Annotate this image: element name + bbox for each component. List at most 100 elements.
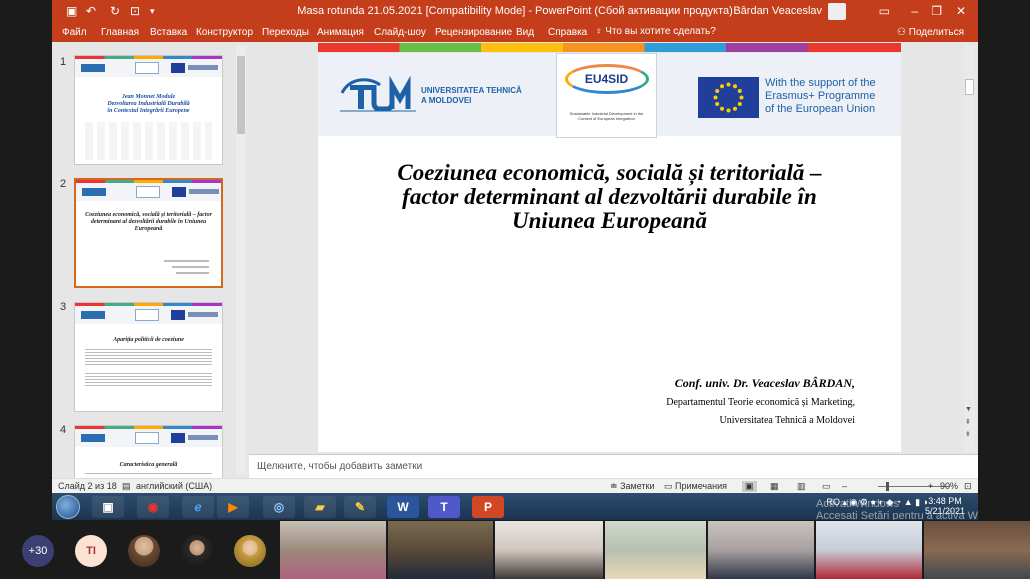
avatar[interactable] — [128, 535, 160, 567]
tab-design[interactable]: Конструктор — [196, 27, 253, 38]
status-bar: Слайд 2 из 18 ▤ английский (США) ≐ Замет… — [52, 478, 978, 493]
zoom-in-icon[interactable]: + — [928, 481, 933, 491]
participant-video[interactable] — [495, 521, 603, 579]
participant-strip: +30 TI — [0, 520, 1030, 579]
internet-explorer-icon[interactable]: ℯ — [182, 496, 214, 518]
thumbnail-logos — [75, 59, 222, 77]
tab-help[interactable]: Справка — [548, 27, 587, 38]
thumbnail-number: 4 — [60, 424, 67, 436]
spellcheck-icon[interactable]: ▤ — [122, 481, 131, 492]
thumbnail-title: Apariția politicii de coeziune — [113, 337, 184, 343]
participant-video[interactable] — [924, 521, 1030, 579]
slide-editing-area: UNIVERSITATEA TEHNICĂ A MOLDOVEI EU4SID … — [249, 42, 978, 454]
tab-home[interactable]: Главная — [101, 27, 139, 38]
thumbnail-logos — [75, 429, 222, 447]
avatar[interactable] — [828, 3, 846, 20]
eu-flag-icon — [698, 77, 759, 118]
thumbnail-number: 2 — [60, 178, 67, 190]
thumbnail-number: 3 — [60, 301, 67, 313]
chrome-icon[interactable]: ◉ — [137, 496, 169, 518]
slideshow-view-icon[interactable]: ▭ — [822, 481, 831, 492]
tab-insert[interactable]: Вставка — [150, 27, 187, 38]
slide-sorter-icon[interactable]: ▦ — [770, 481, 779, 492]
word-icon[interactable]: W — [387, 496, 419, 518]
person-icon: ⚇ — [897, 27, 906, 38]
tell-me-search[interactable]: ♀ Что вы хотите сделать? — [595, 26, 716, 37]
slide-title[interactable]: Coeziunea economică, socială și teritori… — [358, 161, 861, 233]
maximize-icon[interactable]: ❐ — [931, 4, 942, 18]
notes-label: Заметки — [620, 481, 655, 491]
slide-thumbnail-1[interactable]: Jean Monnet Module Dezvoltarea Industria… — [74, 55, 223, 165]
tab-slideshow[interactable]: Слайд-шоу — [374, 27, 426, 38]
fit-to-window-icon[interactable]: ⊡ — [964, 481, 972, 492]
notes-button[interactable]: ≐ Заметки — [610, 481, 655, 492]
notes-pane[interactable]: Щелкните, чтобы добавить заметки — [249, 454, 978, 478]
share-button[interactable]: ⚇ Поделиться — [897, 27, 964, 38]
department-text[interactable]: Departamentul Teorie economică și Market… — [666, 397, 855, 408]
tab-review[interactable]: Рецензирование — [435, 27, 512, 38]
start-button[interactable] — [56, 495, 80, 519]
tab-transitions[interactable]: Переходы — [262, 27, 309, 38]
thumbnail-scrollbar-thumb[interactable] — [237, 56, 245, 134]
thumbnail-number: 1 — [60, 56, 67, 68]
tab-view[interactable]: Вид — [516, 27, 534, 38]
scroll-down-icon[interactable]: ▼ — [965, 406, 972, 413]
folder-icon[interactable]: ▰ — [304, 496, 336, 518]
minimize-icon[interactable]: – — [911, 4, 918, 18]
thumbnail-title: Caracteristica generală — [119, 462, 178, 468]
slide-thumbnail-4[interactable]: Caracteristica generală — [74, 425, 223, 479]
author-name[interactable]: Conf. univ. Dr. Veaceslav BÂRDAN, — [675, 376, 855, 391]
slide-thumbnail-3[interactable]: Apariția politicii de coeziune — [74, 302, 223, 412]
current-slide[interactable]: UNIVERSITATEA TEHNICĂ A MOLDOVEI EU4SID … — [318, 43, 901, 452]
slide-scrollbar[interactable] — [964, 45, 975, 452]
participant-video[interactable] — [816, 521, 922, 579]
utm-logo-icon — [340, 75, 416, 112]
teams-icon[interactable]: T — [428, 496, 460, 518]
more-participants-button[interactable]: +30 — [22, 535, 54, 567]
powerpoint-icon[interactable]: P — [472, 496, 504, 518]
puzzle-icon[interactable]: ✎ — [344, 496, 376, 518]
reading-view-icon[interactable]: ▥ — [797, 481, 806, 492]
eu4sid-logo: EU4SID Sustainable Industrial Developmen… — [556, 53, 657, 138]
ribbon-tabs: Файл Главная Вставка Конструктор Переход… — [52, 24, 978, 42]
participant-video[interactable] — [708, 521, 814, 579]
screen-margin — [978, 0, 1030, 520]
share-label: Поделиться — [908, 27, 964, 38]
slide-thumbnail-pane: 1 Jean Monnet Module Dezvoltarea Industr… — [52, 42, 249, 479]
zoom-out-icon[interactable]: – — [842, 481, 847, 491]
comments-button[interactable]: ▭ Примечания — [664, 481, 727, 492]
participant-video[interactable] — [605, 521, 706, 579]
zoom-percent[interactable]: 90% — [940, 481, 958, 491]
comment-icon: ▭ — [664, 481, 673, 491]
powerpoint-window: ▣ ↶ ↻ ⊡ ▾ Masa rotunda 21.05.2021 [Compa… — [52, 0, 978, 520]
avatar[interactable] — [234, 535, 266, 567]
chrome-alt-icon[interactable]: ◎ — [263, 496, 295, 518]
zoom-slider-handle[interactable] — [886, 482, 889, 491]
slide-thumbnail-2[interactable]: Coeziunea economică, socială și teritori… — [74, 178, 223, 288]
participant-video[interactable] — [280, 521, 386, 579]
slide-header-logos: UNIVERSITATEA TEHNICĂ A MOLDOVEI EU4SID … — [318, 53, 901, 138]
lightbulb-icon: ♀ — [595, 26, 603, 37]
slide-scrollbar-thumb[interactable] — [965, 79, 974, 95]
comments-label: Примечания — [675, 481, 727, 491]
save-app-icon[interactable]: ▣ — [92, 496, 124, 518]
tab-animations[interactable]: Анимация — [317, 27, 364, 38]
eu4sid-subtitle: Sustainable Industrial Development in th… — [569, 111, 644, 121]
close-icon[interactable]: ✕ — [956, 4, 966, 18]
thumbnail-logos — [75, 306, 222, 324]
university-text[interactable]: Universitatea Tehnică a Moldovei — [720, 415, 855, 426]
media-player-icon[interactable]: ▶ — [217, 496, 249, 518]
normal-view-icon[interactable]: ▣ — [742, 481, 757, 492]
avatar[interactable]: TI — [75, 535, 107, 567]
participant-video[interactable] — [388, 521, 493, 579]
avatar[interactable] — [181, 535, 213, 567]
title-bar: ▣ ↶ ↻ ⊡ ▾ Masa rotunda 21.05.2021 [Compa… — [52, 0, 978, 24]
tab-file[interactable]: Файл — [62, 27, 87, 38]
ribbon-display-options-icon[interactable]: ▭ — [879, 4, 890, 18]
notes-placeholder: Щелкните, чтобы добавить заметки — [257, 461, 423, 472]
previous-slide-icon[interactable]: ⇞ — [965, 418, 971, 426]
user-name[interactable]: Bârdan Veaceslav — [733, 5, 822, 17]
next-slide-icon[interactable]: ⇟ — [965, 430, 971, 438]
thumbnail-title: Coeziunea economică, socială și teritori… — [85, 212, 212, 232]
language-indicator[interactable]: английский (США) — [136, 481, 212, 491]
